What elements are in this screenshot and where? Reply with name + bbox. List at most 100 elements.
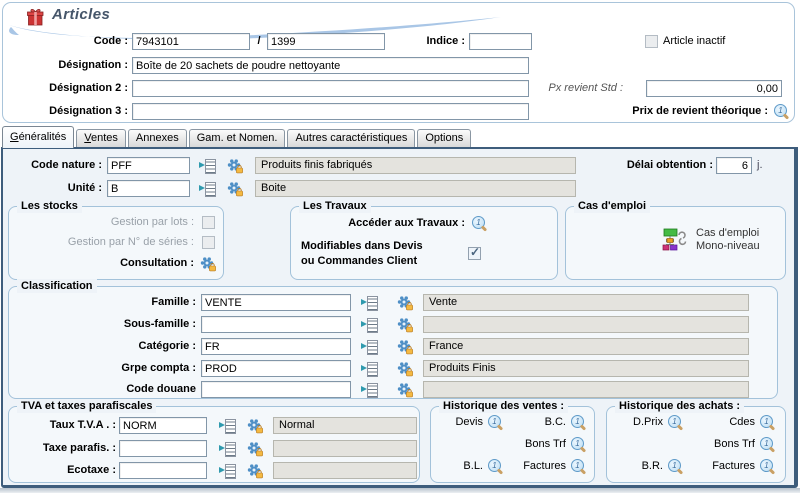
famille-gear-icon[interactable]	[397, 295, 413, 311]
cas-emploi-mono-niveau-button[interactable]: Cas d'emploi Mono-niveau	[662, 227, 760, 253]
code-nature-list-picker-icon[interactable]	[199, 159, 216, 172]
hist-achats-bons-trf[interactable]: Bons Trf	[714, 437, 775, 452]
ecotaxe-gear-icon[interactable]	[247, 463, 263, 479]
taux-tva-description: Normal	[273, 417, 417, 434]
sous-famille-input[interactable]	[201, 316, 351, 333]
ecotaxe-list-picker-icon[interactable]	[219, 464, 236, 477]
group-classification: Classification Famille : Vente Sous-fami…	[8, 286, 778, 399]
designation-input[interactable]	[132, 57, 529, 74]
famille-list-picker-icon[interactable]	[361, 296, 378, 309]
hist-ventes-devis-label: Devis	[455, 415, 483, 430]
designation2-input[interactable]	[132, 80, 529, 97]
hist-achats-br-lookup-icon[interactable]	[668, 459, 683, 474]
hist-achats-br[interactable]: B.R.	[615, 459, 683, 474]
tab-panel-generalites: Code nature : Produits finis fabriqués D…	[1, 147, 798, 488]
hist-achats-bons-trf-lookup-icon[interactable]	[760, 437, 775, 452]
gestion-par-lots-label: Gestion par lots :	[13, 214, 194, 231]
hist-achats-factures[interactable]: Factures	[712, 459, 775, 474]
hist-achats-br-label: B.R.	[642, 459, 663, 474]
grpe-compta-list-picker-icon[interactable]	[361, 362, 378, 375]
taxe-parafiscale-description	[273, 440, 417, 457]
gestion-par-lots-checkbox	[202, 216, 215, 229]
ecotaxe-description	[273, 462, 417, 479]
modifiables-devis-label-line2: ou Commandes Client	[301, 253, 417, 270]
tab-ventes[interactable]: Ventes	[76, 129, 126, 147]
hist-achats-cdes-lookup-icon[interactable]	[760, 415, 775, 430]
taxe-parafiscale-label: Taxe parafis. :	[11, 440, 116, 457]
tab-generalites[interactable]: Généralités	[2, 126, 74, 148]
categorie-input[interactable]	[201, 338, 351, 355]
unite-list-picker-icon[interactable]	[199, 182, 216, 195]
hist-ventes-factures[interactable]: Factures	[523, 459, 586, 474]
consultation-gear-icon[interactable]	[200, 256, 216, 272]
hist-ventes-bl-lookup-icon[interactable]	[488, 459, 503, 474]
sous-famille-gear-icon[interactable]	[397, 317, 413, 333]
group-les-travaux: Les Travaux Accéder aux Travaux : Modifi…	[290, 206, 558, 280]
code-douane-label: Code douane	[13, 381, 196, 398]
hist-achats-factures-lookup-icon[interactable]	[760, 459, 775, 474]
tab-annexes[interactable]: Annexes	[128, 129, 187, 147]
prix-revient-theorique-label: Prix de revient théorique :	[563, 103, 768, 120]
code-nature-input[interactable]	[107, 157, 190, 174]
gift-icon	[25, 7, 46, 27]
designation-label: Désignation :	[3, 57, 128, 74]
hist-ventes-factures-lookup-icon[interactable]	[571, 459, 586, 474]
famille-input[interactable]	[201, 294, 351, 311]
taxe-parafiscale-list-picker-icon[interactable]	[219, 442, 236, 455]
code-douane-input[interactable]	[201, 381, 351, 398]
unite-input[interactable]	[107, 180, 190, 197]
code-douane-gear-icon[interactable]	[397, 382, 413, 398]
px-revient-std-input[interactable]	[646, 80, 782, 97]
cas-emploi-caption-line1: Cas d'emploi	[696, 227, 760, 240]
prix-revient-theorique-lookup-icon[interactable]	[774, 104, 789, 119]
px-revient-std-label: Px revient Std :	[503, 80, 623, 97]
code-nature-gear-icon[interactable]	[227, 158, 243, 174]
tab-options[interactable]: Options	[417, 129, 471, 147]
taxe-parafiscale-gear-icon[interactable]	[247, 441, 263, 457]
delai-obtention-input[interactable]	[716, 157, 752, 174]
modifiables-devis-checkbox[interactable]	[468, 247, 481, 260]
ecotaxe-input[interactable]	[119, 462, 207, 479]
categorie-list-picker-icon[interactable]	[361, 340, 378, 353]
taux-tva-gear-icon[interactable]	[247, 418, 263, 434]
group-cas-emploi-title: Cas d'emploi	[574, 199, 650, 213]
tab-gam-et-nomen[interactable]: Gam. et Nomen.	[189, 129, 286, 147]
group-historique-achats-title: Historique des achats :	[615, 399, 744, 413]
code-label: Code :	[3, 33, 128, 50]
window-bottom-edge	[0, 488, 800, 493]
sous-famille-label: Sous-famille :	[13, 316, 196, 333]
code-input[interactable]	[132, 33, 250, 50]
designation2-label: Désignation 2 :	[3, 80, 128, 97]
article-inactif-label: Article inactif	[663, 33, 725, 50]
hist-achats-cdes[interactable]: Cdes	[729, 415, 775, 430]
designation3-input[interactable]	[132, 103, 529, 120]
categorie-gear-icon[interactable]	[397, 339, 413, 355]
grpe-compta-input[interactable]	[201, 360, 351, 377]
taxe-parafiscale-input[interactable]	[119, 440, 207, 457]
acceder-travaux-label: Accéder aux Travaux :	[297, 215, 465, 232]
grpe-compta-gear-icon[interactable]	[397, 361, 413, 377]
hist-ventes-bl[interactable]: B.L.	[439, 459, 503, 474]
gestion-par-series-checkbox	[202, 236, 215, 249]
hist-ventes-devis[interactable]: Devis	[439, 415, 503, 430]
article-inactif-checkbox[interactable]	[645, 35, 658, 48]
code-separator: /	[253, 33, 265, 50]
indice-input[interactable]	[469, 33, 532, 50]
taux-tva-input[interactable]	[119, 417, 207, 434]
code-douane-list-picker-icon[interactable]	[361, 383, 378, 396]
hist-ventes-devis-lookup-icon[interactable]	[488, 415, 503, 430]
acceder-travaux-lookup-icon[interactable]	[472, 216, 487, 231]
famille-description: Vente	[423, 294, 749, 311]
hist-ventes-bc[interactable]: B.C.	[545, 415, 586, 430]
hist-achats-dprix-lookup-icon[interactable]	[668, 415, 683, 430]
unite-gear-icon[interactable]	[227, 181, 243, 197]
tab-autres-caracteristiques[interactable]: Autres caractéristiques	[287, 129, 415, 147]
hist-ventes-bc-lookup-icon[interactable]	[571, 415, 586, 430]
hist-ventes-bons-trf-label: Bons Trf	[525, 437, 566, 452]
sous-famille-list-picker-icon[interactable]	[361, 318, 378, 331]
hist-ventes-bons-trf[interactable]: Bons Trf	[525, 437, 586, 452]
hist-ventes-bons-trf-lookup-icon[interactable]	[571, 437, 586, 452]
hist-achats-bons-trf-label: Bons Trf	[714, 437, 755, 452]
taux-tva-list-picker-icon[interactable]	[219, 419, 236, 432]
hist-achats-dprix[interactable]: D.Prix	[615, 415, 683, 430]
